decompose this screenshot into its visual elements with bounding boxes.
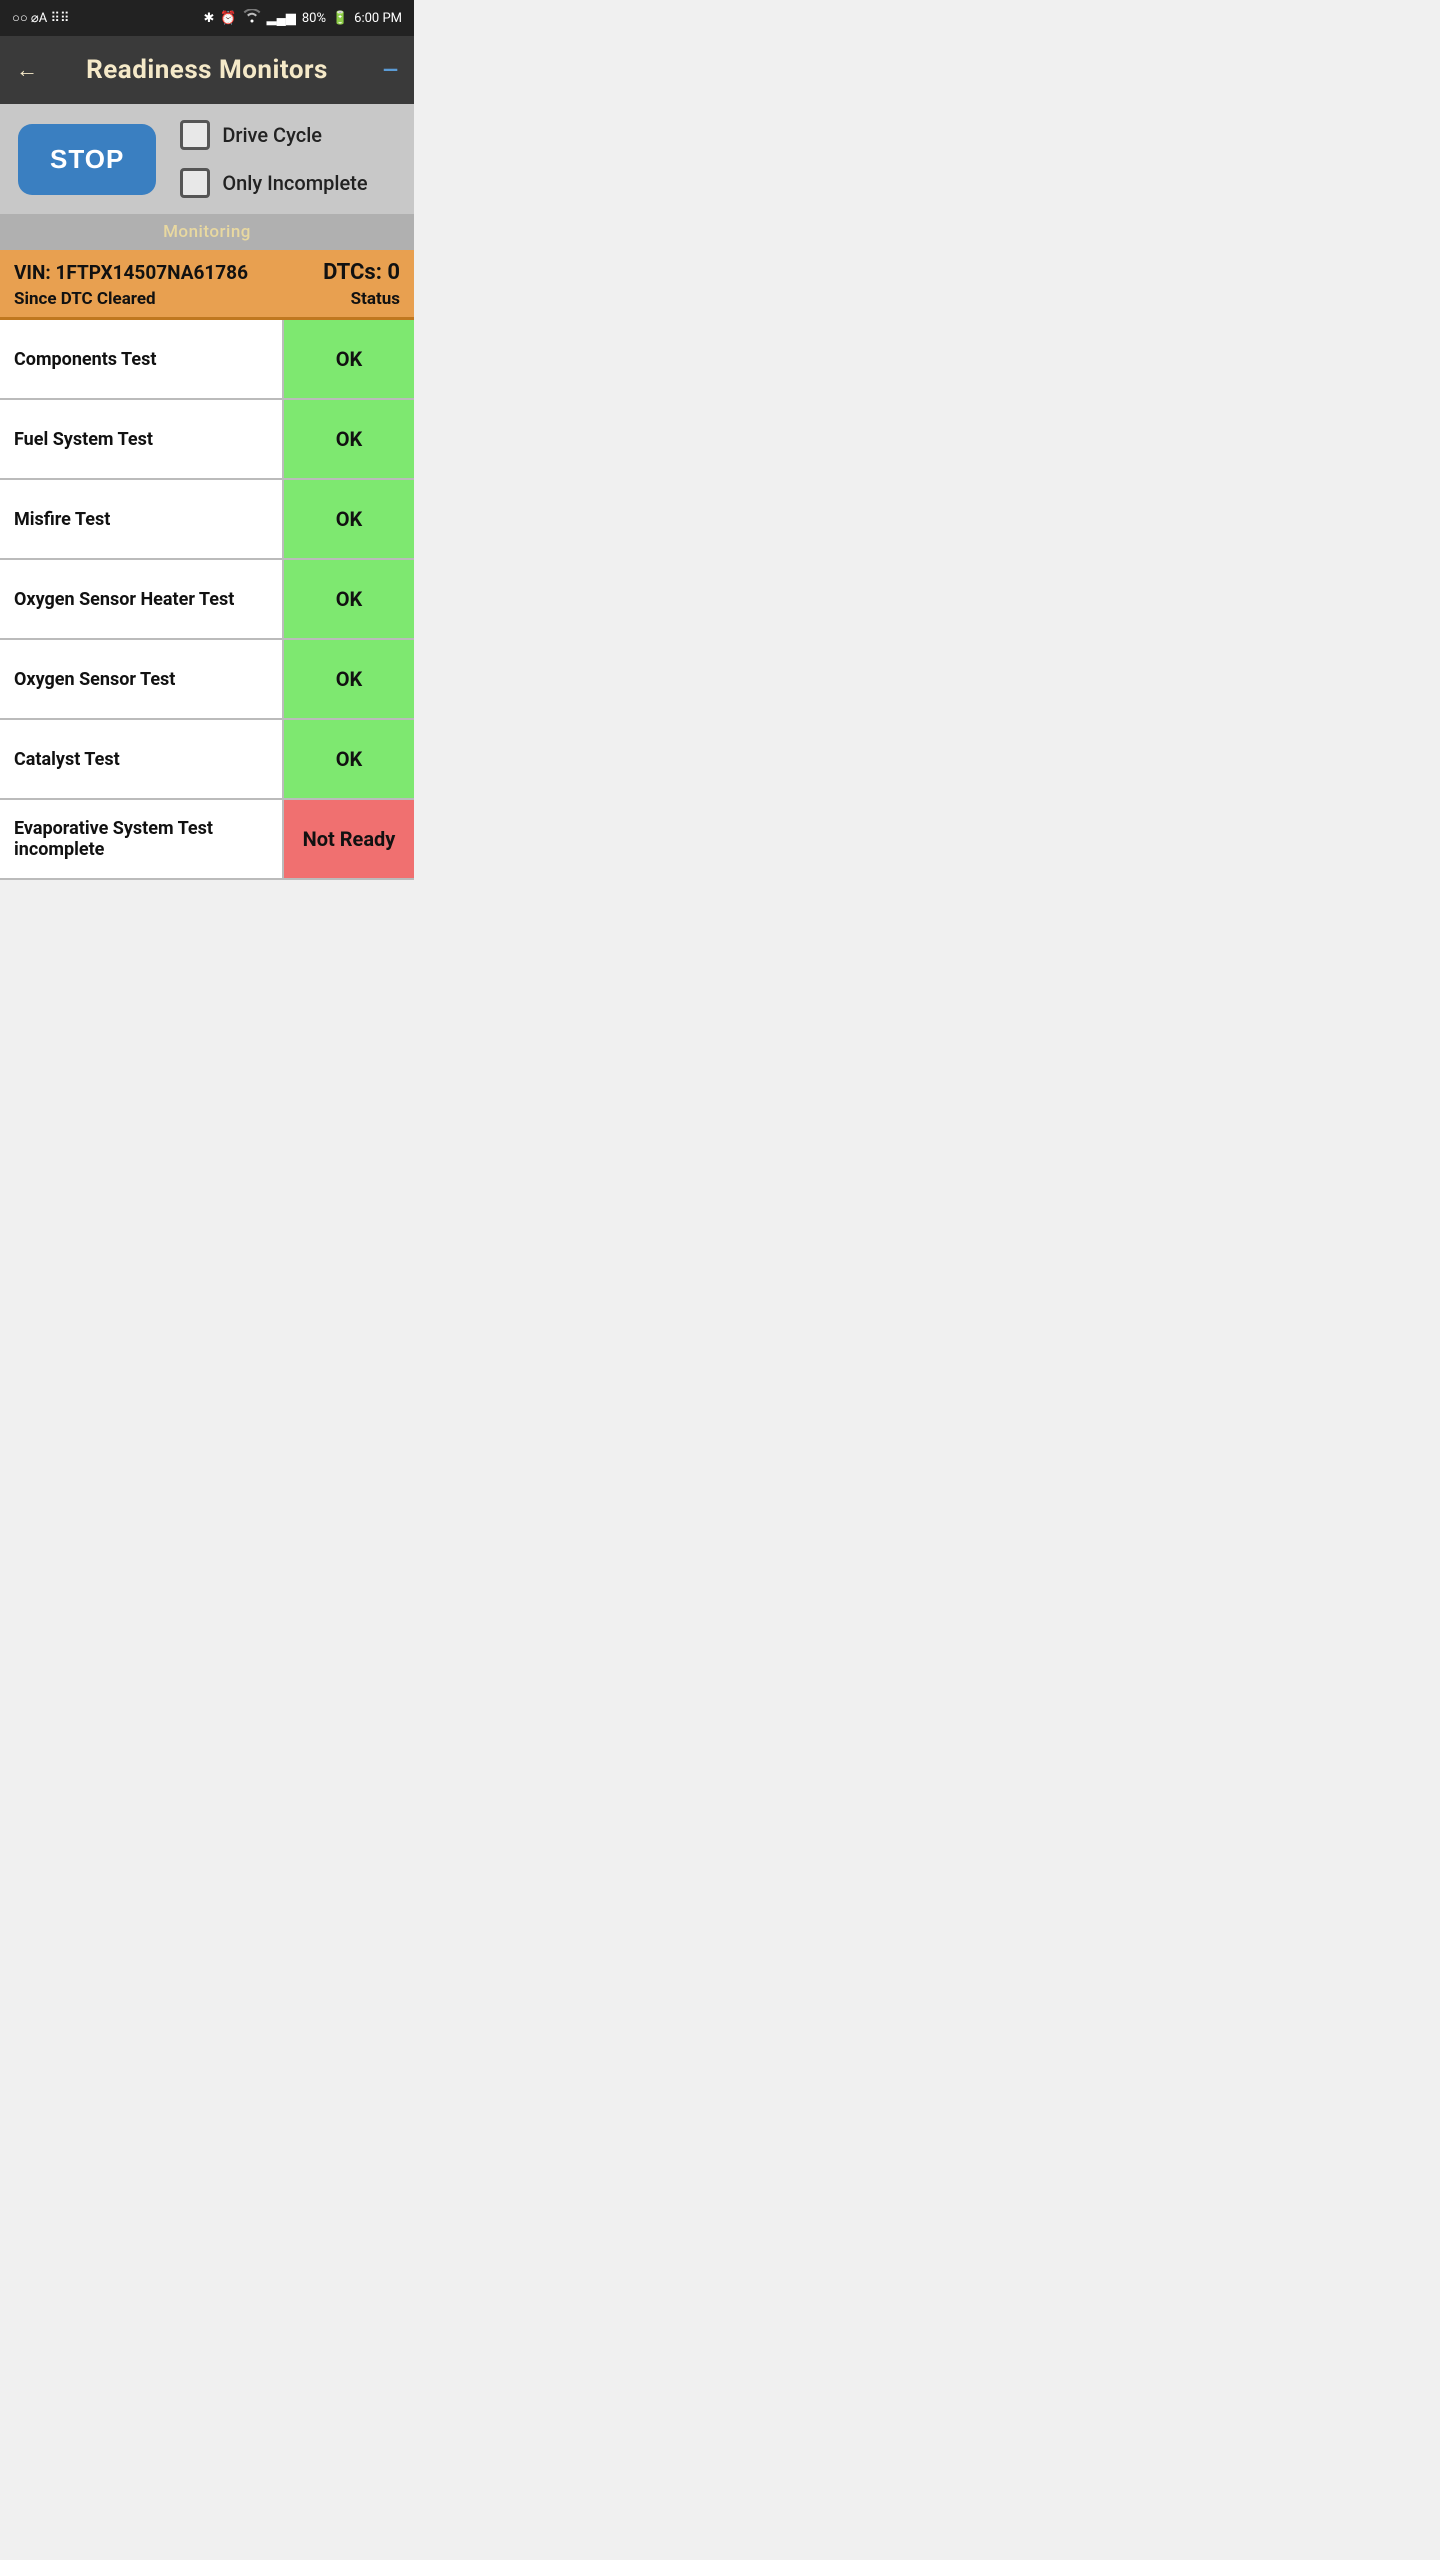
- page-title: Readiness Monitors: [48, 55, 366, 85]
- test-row: Oxygen Sensor TestOK: [0, 640, 414, 720]
- test-row: Evaporative System Test incompleteNot Re…: [0, 800, 414, 880]
- monitoring-text: Monitoring: [163, 222, 251, 242]
- dtc-label: DTCs: 0: [323, 260, 400, 285]
- time-display: 6:00 PM: [354, 11, 402, 26]
- drive-cycle-label: Drive Cycle: [222, 123, 322, 147]
- test-status-cell: OK: [284, 400, 414, 478]
- status-icons: ○○ ⌀A ⠿⠿: [12, 10, 70, 26]
- signal-bars: ▂▄▆: [267, 10, 296, 26]
- header: ← Readiness Monitors —: [0, 36, 414, 104]
- test-row: Oxygen Sensor Heater TestOK: [0, 560, 414, 640]
- drive-cycle-checkbox-box[interactable]: [180, 120, 210, 150]
- drive-cycle-checkbox[interactable]: Drive Cycle: [180, 120, 367, 150]
- status-bar-right: ✱ ⏰ ▂▄▆ 80% 🔋 6:00 PM: [204, 9, 402, 27]
- back-button[interactable]: ←: [16, 57, 48, 83]
- since-dtc-label: Since DTC Cleared: [14, 289, 156, 309]
- test-name-cell: Misfire Test: [0, 480, 284, 558]
- test-name-cell: Fuel System Test: [0, 400, 284, 478]
- test-status-cell: OK: [284, 480, 414, 558]
- test-name-cell: Oxygen Sensor Heater Test: [0, 560, 284, 638]
- bluetooth-icon: ✱: [204, 11, 215, 26]
- status-bar: ○○ ⌀A ⠿⠿ ✱ ⏰ ▂▄▆ 80% 🔋 6:00 PM: [0, 0, 414, 36]
- battery-percent: 80%: [302, 11, 326, 26]
- test-table: Components TestOKFuel System TestOKMisfi…: [0, 320, 414, 880]
- checkboxes-container: Drive Cycle Only Incomplete: [180, 120, 367, 198]
- monitoring-banner: Monitoring: [0, 214, 414, 250]
- test-name-cell: Components Test: [0, 320, 284, 398]
- test-name-cell: Evaporative System Test incomplete: [0, 800, 284, 878]
- test-row: Fuel System TestOK: [0, 400, 414, 480]
- test-row: Misfire TestOK: [0, 480, 414, 560]
- test-status-cell: OK: [284, 320, 414, 398]
- vin-bottom: Since DTC Cleared Status: [14, 289, 400, 309]
- only-incomplete-label: Only Incomplete: [222, 171, 367, 195]
- test-name-cell: Catalyst Test: [0, 720, 284, 798]
- wifi-icon: [243, 9, 261, 27]
- alarm-icon: ⏰: [220, 11, 236, 26]
- menu-icon[interactable]: —: [366, 58, 398, 82]
- test-status-cell: OK: [284, 720, 414, 798]
- test-row: Components TestOK: [0, 320, 414, 400]
- test-status-cell: OK: [284, 560, 414, 638]
- only-incomplete-checkbox-box[interactable]: [180, 168, 210, 198]
- footer-space: [0, 880, 414, 940]
- status-column-header: Status: [351, 289, 400, 309]
- status-bar-left: ○○ ⌀A ⠿⠿: [12, 10, 70, 26]
- stop-button[interactable]: STOP: [18, 124, 156, 195]
- test-row: Catalyst TestOK: [0, 720, 414, 800]
- only-incomplete-checkbox[interactable]: Only Incomplete: [180, 168, 367, 198]
- vin-top: VIN: 1FTPX14507NA61786 DTCs: 0: [14, 260, 400, 285]
- test-name-cell: Oxygen Sensor Test: [0, 640, 284, 718]
- vin-row: VIN: 1FTPX14507NA61786 DTCs: 0 Since DTC…: [0, 250, 414, 320]
- test-status-cell: OK: [284, 640, 414, 718]
- battery-icon: 🔋: [332, 11, 348, 26]
- vin-label: VIN: 1FTPX14507NA61786: [14, 261, 248, 284]
- controls-row: STOP Drive Cycle Only Incomplete: [0, 104, 414, 214]
- test-status-cell: Not Ready: [284, 800, 414, 878]
